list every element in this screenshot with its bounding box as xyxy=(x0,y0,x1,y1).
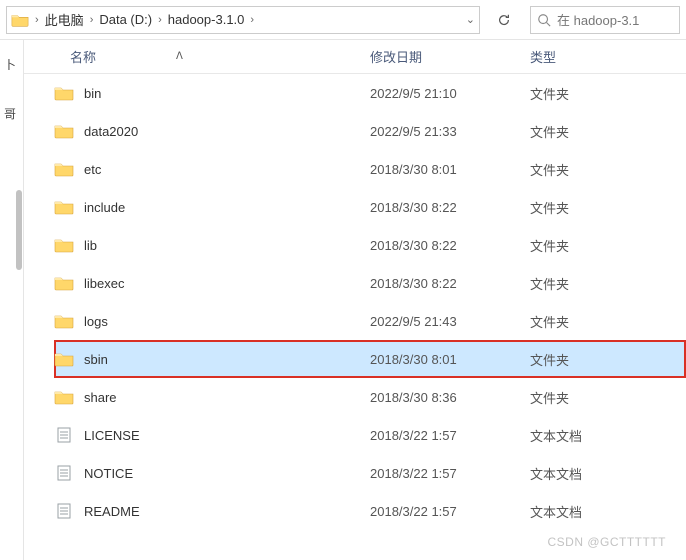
file-date: 2022/9/5 21:10 xyxy=(370,86,530,101)
file-type: 文件夹 xyxy=(530,312,650,331)
file-type: 文本文档 xyxy=(530,502,650,521)
file-row[interactable]: LICENSE2018/3/22 1:57文本文档 xyxy=(54,416,686,454)
file-name: logs xyxy=(82,314,370,329)
file-date: 2018/3/30 8:01 xyxy=(370,162,530,177)
folder-icon xyxy=(54,351,82,367)
folder-icon xyxy=(54,237,82,253)
address-toolbar: › 此电脑 › Data (D:) › hadoop-3.1.0 › ⌄ 在 h… xyxy=(0,0,686,40)
file-date: 2018/3/30 8:22 xyxy=(370,238,530,253)
file-type: 文本文档 xyxy=(530,464,650,483)
file-name: include xyxy=(82,200,370,215)
file-name: data2020 xyxy=(82,124,370,139)
folder-icon xyxy=(54,85,82,101)
file-type: 文件夹 xyxy=(530,350,650,369)
file-name: share xyxy=(82,390,370,405)
file-row[interactable]: include2018/3/30 8:22文件夹 xyxy=(54,188,686,226)
search-input[interactable]: 在 hadoop-3.1 xyxy=(530,6,680,34)
file-row[interactable]: etc2018/3/30 8:01文件夹 xyxy=(54,150,686,188)
file-date: 2018/3/22 1:57 xyxy=(370,428,530,443)
file-type: 文件夹 xyxy=(530,274,650,293)
file-name: README xyxy=(82,504,370,519)
file-date: 2018/3/30 8:36 xyxy=(370,390,530,405)
file-type: 文本文档 xyxy=(530,426,650,445)
sort-indicator-icon: ᐱ xyxy=(176,51,183,62)
file-date: 2018/3/22 1:57 xyxy=(370,504,530,519)
file-row[interactable]: NOTICE2018/3/22 1:57文本文档 xyxy=(54,454,686,492)
folder-icon xyxy=(54,313,82,329)
file-row[interactable]: README2018/3/22 1:57文本文档 xyxy=(54,492,686,530)
breadcrumb-segment[interactable]: 此电脑 xyxy=(41,10,88,29)
file-date: 2018/3/30 8:01 xyxy=(370,352,530,367)
file-row[interactable]: logs2022/9/5 21:43文件夹 xyxy=(54,302,686,340)
folder-icon xyxy=(54,389,82,405)
file-date: 2018/3/22 1:57 xyxy=(370,466,530,481)
search-icon xyxy=(537,13,551,27)
file-type: 文件夹 xyxy=(530,160,650,179)
refresh-button[interactable] xyxy=(490,6,518,34)
file-name: NOTICE xyxy=(82,466,370,481)
folder-icon xyxy=(11,12,29,28)
file-type: 文件夹 xyxy=(530,236,650,255)
file-name: LICENSE xyxy=(82,428,370,443)
chevron-right-icon[interactable]: › xyxy=(35,14,39,26)
file-type: 文件夹 xyxy=(530,122,650,141)
column-header-type[interactable]: 类型 xyxy=(530,47,650,66)
file-type: 文件夹 xyxy=(530,388,650,407)
file-icon xyxy=(54,427,82,443)
file-type: 文件夹 xyxy=(530,84,650,103)
file-name: sbin xyxy=(82,352,370,367)
nav-pane-edge: 卜 哥 xyxy=(0,40,24,560)
file-row[interactable]: libexec2018/3/30 8:22文件夹 xyxy=(54,264,686,302)
file-row[interactable]: data20202022/9/5 21:33文件夹 xyxy=(54,112,686,150)
file-list: bin2022/9/5 21:10文件夹data20202022/9/5 21:… xyxy=(24,74,686,530)
folder-icon xyxy=(54,199,82,215)
breadcrumb-segment[interactable]: Data (D:) xyxy=(95,12,156,27)
chevron-right-icon[interactable]: › xyxy=(158,14,162,26)
nav-scrollbar[interactable] xyxy=(16,190,22,270)
breadcrumb-segment[interactable]: hadoop-3.1.0 xyxy=(164,12,249,27)
column-header-name[interactable]: 名称 xyxy=(70,47,96,66)
file-date: 2018/3/30 8:22 xyxy=(370,200,530,215)
file-date: 2022/9/5 21:33 xyxy=(370,124,530,139)
folder-icon xyxy=(54,123,82,139)
folder-icon xyxy=(54,161,82,177)
chevron-down-icon[interactable]: ⌄ xyxy=(466,13,475,26)
file-icon xyxy=(54,503,82,519)
file-name: bin xyxy=(82,86,370,101)
search-placeholder: 在 hadoop-3.1 xyxy=(557,10,639,29)
file-date: 2018/3/30 8:22 xyxy=(370,276,530,291)
breadcrumb[interactable]: › 此电脑 › Data (D:) › hadoop-3.1.0 › ⌄ xyxy=(6,6,480,34)
file-row[interactable]: bin2022/9/5 21:10文件夹 xyxy=(54,74,686,112)
chevron-right-icon[interactable]: › xyxy=(250,14,254,26)
file-row[interactable]: sbin2018/3/30 8:01文件夹 xyxy=(54,340,686,378)
file-name: lib xyxy=(82,238,370,253)
column-headers: 名称 ᐱ 修改日期 类型 xyxy=(0,40,686,74)
column-header-date[interactable]: 修改日期 xyxy=(370,47,530,66)
file-date: 2022/9/5 21:43 xyxy=(370,314,530,329)
chevron-right-icon[interactable]: › xyxy=(90,14,94,26)
folder-icon xyxy=(54,275,82,291)
file-name: etc xyxy=(82,162,370,177)
file-type: 文件夹 xyxy=(530,198,650,217)
watermark: CSDN @GCTTTTTT xyxy=(548,535,667,549)
file-icon xyxy=(54,465,82,481)
file-row[interactable]: lib2018/3/30 8:22文件夹 xyxy=(54,226,686,264)
file-name: libexec xyxy=(82,276,370,291)
file-row[interactable]: share2018/3/30 8:36文件夹 xyxy=(54,378,686,416)
